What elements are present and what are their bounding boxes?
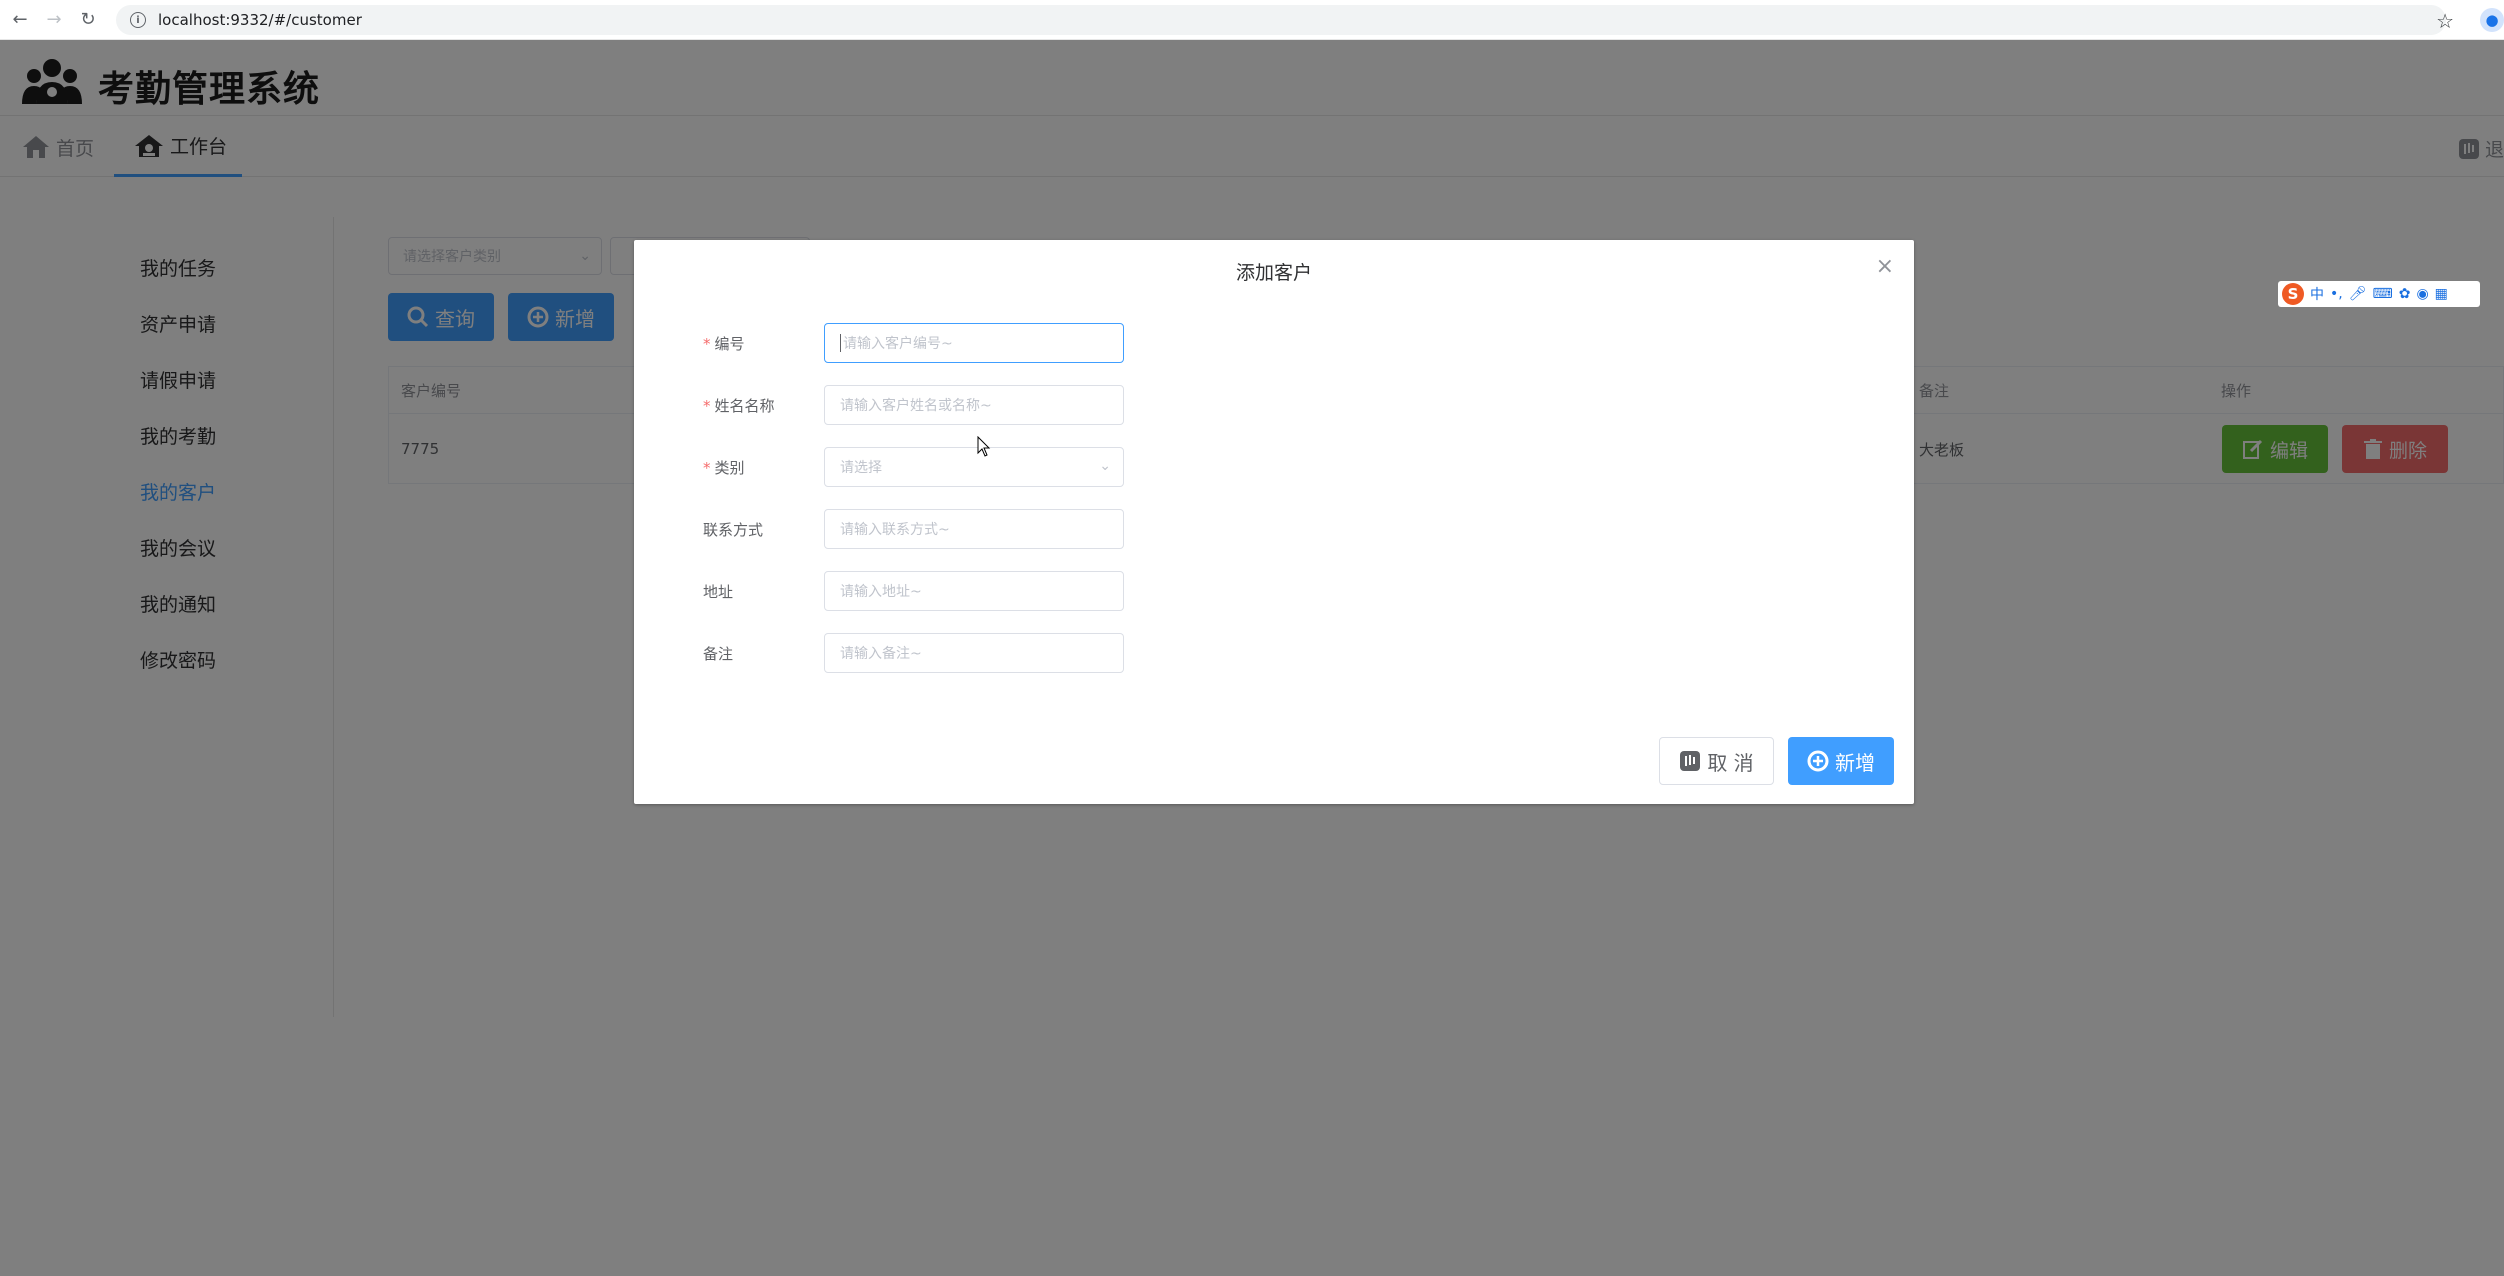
field-label-contact: 联系方式 xyxy=(703,521,764,539)
address-input[interactable]: 请输入地址~ xyxy=(824,571,1124,611)
field-label-code: * 编号 xyxy=(703,335,745,353)
ime-logo: S xyxy=(2282,283,2304,305)
hand-icon xyxy=(1680,751,1701,771)
game-icon[interactable]: ◉ xyxy=(2416,286,2428,302)
microphone-icon[interactable]: 🎤︎ xyxy=(2349,286,2367,302)
note-input[interactable]: 请输入备注~ xyxy=(824,633,1124,673)
browser-toolbar: ← → ↻ i localhost:9332/#/customer ☆ ● xyxy=(0,0,2504,40)
category-select-placeholder: 请选择 xyxy=(840,460,882,476)
skin-icon[interactable]: ✿ xyxy=(2399,286,2411,302)
name-input-placeholder: 请输入客户姓名或名称~ xyxy=(840,398,992,414)
url-text: localhost:9332/#/customer xyxy=(158,11,362,29)
grid-icon[interactable]: ▦ xyxy=(2435,286,2448,302)
ime-mode[interactable]: 中 xyxy=(2310,284,2324,304)
site-info-icon[interactable]: i xyxy=(130,12,146,28)
chevron-down-icon: ⌄ xyxy=(1099,458,1111,474)
address-input-placeholder: 请输入地址~ xyxy=(840,584,922,600)
reload-icon[interactable]: ↻ xyxy=(74,6,102,34)
mouse-pointer-icon xyxy=(977,436,991,457)
add-icon xyxy=(1807,750,1829,772)
cancel-button[interactable]: 取 消 xyxy=(1659,737,1774,785)
address-bar[interactable]: i localhost:9332/#/customer xyxy=(116,5,2446,35)
contact-input-placeholder: 请输入联系方式~ xyxy=(840,522,950,538)
code-input[interactable]: 请输入客户编号~ xyxy=(824,323,1124,363)
name-input[interactable]: 请输入客户姓名或名称~ xyxy=(824,385,1124,425)
bookmark-star-icon[interactable]: ☆ xyxy=(2436,9,2454,33)
field-label-name: * 姓名名称 xyxy=(703,397,775,415)
text-caret xyxy=(840,334,841,352)
ime-toolbar[interactable]: S 中 •, 🎤︎ ⌨︎ ✿ ◉ ▦ xyxy=(2278,281,2480,307)
ime-punct-icon[interactable]: •, xyxy=(2330,286,2343,302)
cancel-button-label: 取 消 xyxy=(1707,750,1754,775)
note-input-placeholder: 请输入备注~ xyxy=(840,646,922,662)
field-label-address: 地址 xyxy=(703,583,734,601)
field-label-note: 备注 xyxy=(703,645,734,663)
dialog-title: 添加客户 xyxy=(1235,262,1312,284)
submit-button-label: 新增 xyxy=(1835,750,1875,775)
contact-input[interactable]: 请输入联系方式~ xyxy=(824,509,1124,549)
add-customer-dialog: 添加客户 × * 编号 请输入客户编号~ * 姓名名称 请输入客户姓名或名称~ * 类… xyxy=(634,240,1914,804)
forward-icon[interactable]: → xyxy=(40,6,68,34)
keyboard-icon[interactable]: ⌨︎ xyxy=(2373,286,2393,302)
profile-icon[interactable]: ● xyxy=(2480,8,2504,32)
close-icon[interactable]: × xyxy=(1876,254,1894,279)
back-icon[interactable]: ← xyxy=(6,6,34,34)
category-select[interactable]: 请选择 ⌄ xyxy=(824,447,1124,487)
field-label-category: * 类别 xyxy=(703,459,745,477)
submit-button[interactable]: 新增 xyxy=(1788,737,1894,785)
code-input-placeholder: 请输入客户编号~ xyxy=(843,336,953,352)
